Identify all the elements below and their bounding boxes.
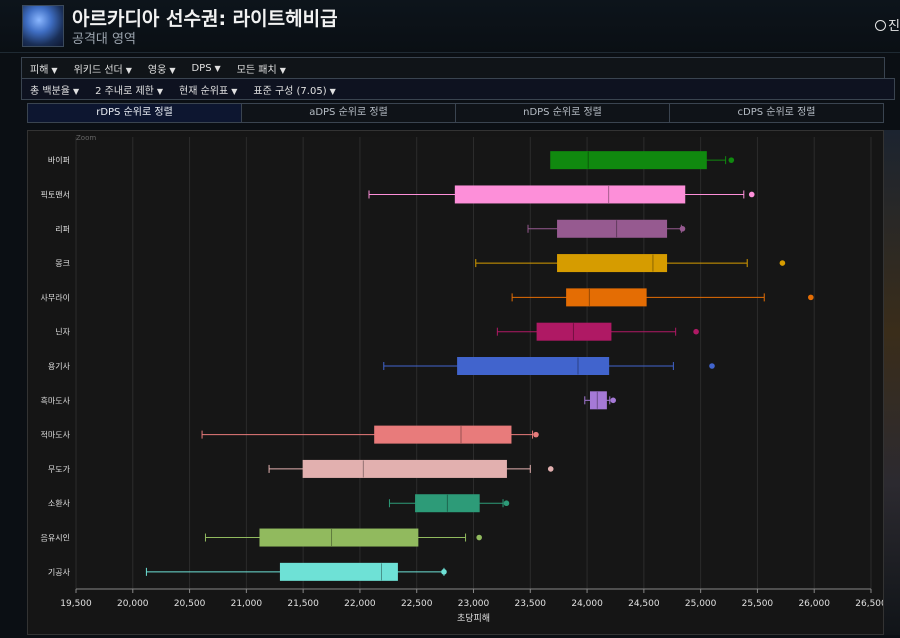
sort-tab-0[interactable]: rDPS 순위로 정렬: [28, 104, 242, 122]
option-dropdown-label: 2 주내로 제한: [95, 85, 154, 97]
filter-dropdown-label: DPS: [191, 62, 212, 74]
x-tick-label: 19,500: [60, 599, 92, 609]
x-tick-label: 23,000: [458, 599, 490, 609]
box[interactable]: [279, 562, 398, 581]
y-category-label: 사무라이: [41, 292, 70, 302]
y-category-label: 흑마도사: [41, 395, 71, 405]
y-category-label: 음유시인: [41, 533, 70, 543]
filter-dropdown-2[interactable]: 영웅 ▼: [140, 61, 184, 76]
page-header: 아르카디아 선수권: 라이트헤비급 공격대 영역 진: [0, 0, 900, 53]
caret-down-icon: ▼: [156, 86, 164, 96]
x-tick-label: 26,000: [798, 599, 830, 609]
outlier-point[interactable]: [547, 466, 554, 472]
outlier-point[interactable]: [779, 260, 786, 266]
page-subtitle: 공격대 영역: [72, 32, 136, 47]
x-tick-label: 24,500: [628, 599, 660, 609]
option-dropdown-label: 총 백분율: [30, 85, 70, 97]
y-category-label: 몽크: [55, 259, 70, 268]
y-category-label: 바이퍼: [48, 155, 70, 165]
y-category-label: 리퍼: [55, 225, 70, 234]
x-tick-label: 20,000: [117, 599, 149, 609]
filter-dropdown-label: 피해: [30, 64, 49, 76]
option-dropdown-2[interactable]: 현재 순위표 ▼: [171, 82, 245, 97]
x-tick-label: 23,500: [515, 599, 547, 609]
sort-tab-3[interactable]: cDPS 순위로 정렬: [670, 104, 883, 122]
box[interactable]: [259, 528, 419, 547]
outlier-point[interactable]: [709, 363, 715, 369]
filter-menu-secondary: 총 백분율 ▼ 2 주내로 제한 ▼ 현재 순위표 ▼ 표준 구성 (7.05) ▼: [21, 78, 895, 100]
chart-panel: Zoom 19,500 20,000 20,500 21,000 21,500 22,00…: [27, 130, 887, 635]
outlier-point[interactable]: [610, 397, 616, 404]
outlier-point[interactable]: [533, 431, 539, 438]
y-category-label: 무도가: [48, 465, 71, 474]
caret-down-icon: ▼: [279, 65, 286, 75]
option-dropdown-label: 표준 구성 (7.05): [253, 85, 327, 97]
box[interactable]: [550, 151, 707, 170]
box[interactable]: [536, 322, 612, 341]
y-category-label: 픽토맨서: [41, 189, 70, 199]
option-dropdown-label: 현재 순위표: [179, 85, 229, 97]
x-tick-label: 22,500: [401, 599, 433, 609]
sort-tabs: rDPS 순위로 정렬 aDPS 순위로 정렬 nDPS 순위로 정렬 cDPS 순위…: [27, 103, 884, 123]
caret-down-icon: ▼: [125, 65, 132, 75]
boxplot-chart[interactable]: 19,500 20,000 20,500 21,000 21,500 22,000 22,5…: [28, 131, 887, 634]
language-label: 진: [888, 19, 900, 34]
caret-down-icon: ▼: [51, 65, 58, 75]
caret-down-icon: ▼: [329, 86, 336, 96]
encounter-image: [22, 5, 64, 47]
caret-down-icon: ▼: [72, 86, 80, 96]
outlier-point[interactable]: [476, 534, 482, 541]
caret-down-icon: ▼: [169, 65, 176, 75]
filter-menu-primary: 피해 ▼ 위키드 선더 ▼ 영웅 ▼ DPS ▼ 모든 패치 ▼: [21, 57, 885, 79]
page-background-edge: [884, 130, 900, 635]
filter-dropdown-4[interactable]: 모든 패치 ▼: [229, 61, 294, 76]
box[interactable]: [302, 459, 507, 478]
caret-down-icon: ▼: [231, 86, 238, 96]
language-selector[interactable]: 진: [875, 15, 900, 34]
y-category-label: 용기사: [48, 362, 71, 371]
option-dropdown-0[interactable]: 총 백분율 ▼: [22, 82, 87, 97]
box[interactable]: [557, 254, 668, 273]
filter-dropdown-label: 모든 패치: [236, 64, 277, 76]
x-tick-label: 21,000: [231, 599, 263, 609]
x-tick-label: 20,500: [174, 599, 206, 609]
box[interactable]: [374, 425, 512, 444]
outlier-point[interactable]: [503, 500, 510, 507]
filter-dropdown-1[interactable]: 위키드 선더 ▼: [66, 61, 140, 76]
x-tick-label: 22,000: [344, 599, 376, 609]
filter-dropdown-label: 위키드 선더: [73, 64, 123, 76]
page-title: 아르카디아 선수권: 라이트헤비급: [72, 8, 338, 30]
x-axis-label: 초당피해: [457, 613, 490, 624]
outlier-point[interactable]: [679, 225, 686, 232]
y-category-label: 적마도사: [41, 430, 71, 440]
box[interactable]: [454, 185, 686, 204]
filter-dropdown-label: 영웅: [147, 64, 167, 76]
option-dropdown-1[interactable]: 2 주내로 제한 ▼: [87, 82, 171, 97]
box[interactable]: [457, 357, 610, 375]
zoom-label: Zoom: [76, 134, 97, 142]
outlier-point[interactable]: [808, 294, 814, 301]
y-category-label: 소환사: [48, 498, 71, 508]
box[interactable]: [557, 219, 668, 238]
option-dropdown-3[interactable]: 표준 구성 (7.05) ▼: [245, 82, 343, 97]
outlier-point[interactable]: [693, 328, 699, 335]
x-tick-label: 25,500: [742, 599, 774, 609]
box[interactable]: [589, 391, 607, 410]
filter-dropdown-3[interactable]: DPS ▼: [183, 63, 228, 74]
x-tick-label: 21,500: [287, 599, 319, 609]
x-tick-label: 24,000: [571, 599, 603, 609]
box[interactable]: [566, 288, 647, 307]
y-category-label: 기공사: [48, 568, 71, 577]
outlier-point[interactable]: [728, 157, 735, 163]
sort-tab-2[interactable]: nDPS 순위로 정렬: [456, 104, 670, 122]
globe-icon: [875, 20, 887, 31]
outlier-point[interactable]: [441, 569, 447, 575]
y-category-label: 닌자: [55, 328, 70, 337]
outlier-point[interactable]: [748, 191, 755, 198]
filter-dropdown-0[interactable]: 피해 ▼: [22, 61, 66, 76]
x-tick-label: 25,000: [685, 599, 717, 609]
caret-down-icon: ▼: [214, 63, 221, 73]
sort-tab-1[interactable]: aDPS 순위로 정렬: [242, 104, 456, 122]
x-tick-label: 26,500: [855, 599, 883, 609]
